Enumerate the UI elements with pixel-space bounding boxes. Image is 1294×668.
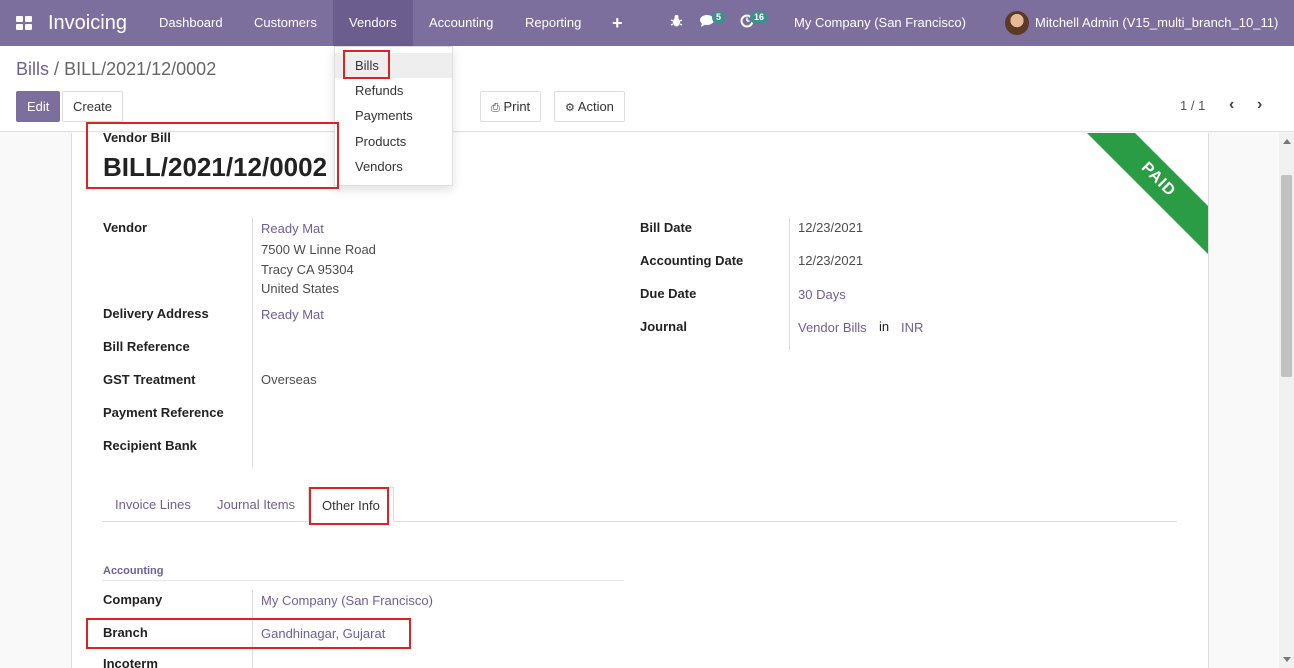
messages-badge: 5 (712, 11, 726, 24)
bug-icon[interactable] (670, 14, 683, 31)
branch-link[interactable]: Gandhinagar, Gujarat (261, 626, 385, 641)
delivery-address-link[interactable]: Ready Mat (261, 307, 324, 322)
create-button[interactable]: Create (62, 91, 124, 122)
printer-icon: ⎙ (491, 102, 500, 114)
user-menu[interactable]: Mitchell Admin (V15_multi_branch_10_11) (1035, 15, 1278, 30)
breadcrumb-separator: / (54, 59, 60, 79)
due-date-terms-link[interactable]: 30 Days (798, 287, 846, 302)
scroll-up-icon[interactable] (1283, 139, 1291, 144)
doc-type-label: Vendor Bill (103, 130, 171, 145)
form-tabs: Invoice Lines Journal Items Other Info (102, 487, 1177, 522)
control-panel: Bills / BILL/2021/12/0002 Edit Create ⎙ … (0, 46, 1294, 132)
incoterm-label: Incoterm (103, 656, 158, 668)
form-sheet: PAID (71, 133, 1209, 668)
currency-link[interactable]: INR (901, 320, 923, 335)
dropdown-item-vendors[interactable]: Vendors (335, 154, 452, 179)
gear-icon: ⚙ (565, 102, 575, 114)
menu-vendors[interactable]: Vendors (333, 0, 413, 46)
accounting-date-value: 12/23/2021 (798, 253, 864, 268)
user-avatar[interactable] (1005, 11, 1029, 35)
breadcrumb: Bills / BILL/2021/12/0002 (16, 59, 216, 80)
bill-date-label: Bill Date (640, 220, 693, 235)
bill-reference-label: Bill Reference (103, 339, 190, 354)
page-scrollbar[interactable] (1279, 133, 1294, 668)
accounting-date-label: Accounting Date (640, 253, 744, 268)
recipient-bank-label: Recipient Bank (103, 438, 197, 453)
plus-icon[interactable]: + (612, 13, 623, 34)
menu-reporting[interactable]: Reporting (509, 0, 597, 46)
pager-previous-icon[interactable]: ‹ (1229, 96, 1234, 114)
vendor-street: 7500 W Linne Road (261, 242, 376, 257)
delivery-address-label: Delivery Address (103, 306, 209, 321)
dropdown-item-refunds[interactable]: Refunds (335, 78, 452, 103)
bill-number-title: BILL/2021/12/0002 (103, 152, 328, 182)
gst-treatment-value: Overseas (261, 372, 317, 387)
vendor-label: Vendor (103, 220, 148, 235)
breadcrumb-current: BILL/2021/12/0002 (64, 59, 217, 79)
tab-journal-items[interactable]: Journal Items (204, 487, 308, 522)
scroll-down-icon[interactable] (1283, 657, 1291, 662)
pager-next-icon[interactable]: › (1257, 96, 1262, 114)
other-info-divider (252, 590, 253, 668)
company-link[interactable]: My Company (San Francisco) (261, 593, 433, 608)
print-label: Print (503, 99, 531, 114)
gst-treatment-label: GST Treatment (103, 372, 196, 387)
section-divider (102, 580, 624, 581)
vendor-link[interactable]: Ready Mat (261, 221, 324, 236)
action-label: Action (577, 99, 614, 114)
branch-label: Branch (103, 625, 148, 640)
breadcrumb-bills-link[interactable]: Bills (16, 59, 49, 79)
company-label: Company (103, 592, 163, 607)
menu-accounting[interactable]: Accounting (413, 0, 509, 46)
vendor-city: Tracy CA 95304 (261, 262, 354, 277)
journal-link[interactable]: Vendor Bills (798, 320, 867, 335)
vendors-dropdown-menu: Bills Refunds Payments Products Vendors (334, 46, 453, 186)
tab-invoice-lines[interactable]: Invoice Lines (102, 487, 204, 522)
left-column-divider (252, 218, 253, 468)
edit-button[interactable]: Edit (16, 91, 61, 122)
bill-date-value: 12/23/2021 (798, 220, 864, 235)
journal-label: Journal (640, 319, 687, 334)
dropdown-item-bills[interactable]: Bills (335, 53, 452, 78)
dropdown-item-products[interactable]: Products (335, 129, 452, 154)
journal-in-text: in (879, 319, 890, 334)
vendor-country: United States (261, 281, 340, 296)
paid-ribbon: PAID (1075, 133, 1208, 263)
company-switcher[interactable]: My Company (San Francisco) (794, 15, 966, 30)
menu-dashboard[interactable]: Dashboard (143, 0, 239, 46)
activities-badge: 16 (750, 11, 769, 24)
print-button[interactable]: ⎙ Print (480, 91, 542, 122)
app-name[interactable]: Invoicing (48, 12, 127, 35)
dropdown-item-payments[interactable]: Payments (335, 103, 452, 128)
apps-menu-icon[interactable] (16, 16, 32, 30)
accounting-section-title: Accounting (103, 565, 164, 577)
action-button[interactable]: ⚙ Action (554, 91, 625, 122)
menu-customers[interactable]: Customers (238, 0, 333, 46)
scroll-thumb[interactable] (1281, 175, 1292, 377)
due-date-label: Due Date (640, 286, 697, 301)
top-navbar: Invoicing Dashboard Customers Vendors Ac… (0, 0, 1294, 46)
pager-value[interactable]: 1 / 1 (1180, 98, 1205, 113)
tab-other-info[interactable]: Other Info (308, 487, 394, 522)
right-column-divider (789, 218, 790, 350)
payment-reference-label: Payment Reference (103, 405, 224, 420)
